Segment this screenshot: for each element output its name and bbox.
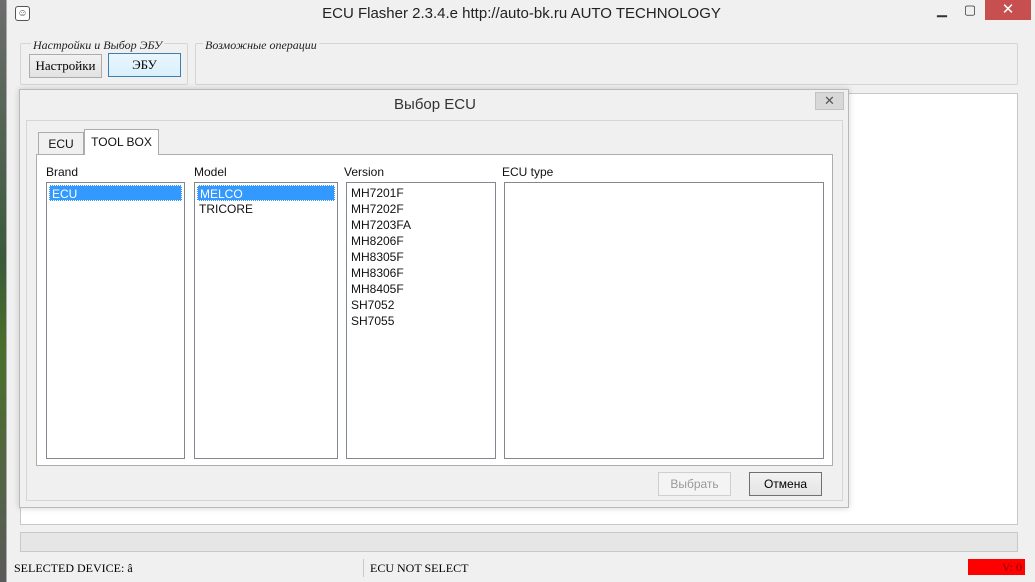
close-icon: ✕ [824, 93, 835, 108]
list-item[interactable]: TRICORE [197, 201, 335, 217]
list-item[interactable]: SH7055 [349, 313, 493, 329]
list-item[interactable]: MH8405F [349, 281, 493, 297]
select-ecu-dialog: Выбор ECU ✕ ECU TOOL BOX Brand ECU Model… [19, 89, 849, 508]
maximize-icon: ▢ [963, 2, 977, 17]
minimize-button[interactable]: ▁ [927, 0, 957, 20]
selected-device-status: SELECTED DEVICE: â [14, 559, 364, 577]
list-item[interactable]: SH7052 [349, 297, 493, 313]
settings-button[interactable]: Настройки [29, 54, 102, 78]
dialog-title: Выбор ECU [394, 96, 476, 113]
operations-group: Возможные операции [195, 38, 1018, 85]
brand-label: Brand [46, 165, 79, 179]
tab-page-tool-box: Brand ECU Model MELCO TRICORE Version MH… [36, 154, 833, 466]
tab-tool-box[interactable]: TOOL BOX [84, 129, 159, 155]
ecu-type-list[interactable] [504, 182, 824, 459]
version-indicator: V: 0 [968, 559, 1025, 575]
list-item[interactable]: MH8306F [349, 265, 493, 281]
list-item[interactable]: MH8206F [349, 233, 493, 249]
operations-group-label: Возможные операции [203, 38, 319, 53]
version-label: Version [344, 165, 385, 179]
status-bar: SELECTED DEVICE: â ECU NOT SELECT V: 0 [6, 556, 1035, 582]
title-bar[interactable]: ☺ ECU Flasher 2.3.4.e http://auto-bk.ru … [7, 0, 1035, 28]
ecu-type-label: ECU type [502, 165, 554, 179]
close-button[interactable]: ✕ [985, 0, 1031, 20]
minimize-icon: ▁ [937, 2, 947, 17]
ecu-button[interactable]: ЭБУ [108, 53, 181, 77]
list-item[interactable]: MH7201F [349, 185, 493, 201]
cancel-button[interactable]: Отмена [749, 472, 822, 496]
list-item[interactable]: ECU [49, 185, 182, 201]
model-list[interactable]: MELCO TRICORE [194, 182, 338, 459]
maximize-button[interactable]: ▢ [955, 0, 985, 20]
list-item[interactable]: MH7202F [349, 201, 493, 217]
ecu-status: ECU NOT SELECT [370, 561, 469, 575]
select-button[interactable]: Выбрать [658, 472, 731, 496]
settings-group-label: Настройки и Выбор ЭБУ [31, 38, 165, 53]
brand-list[interactable]: ECU [46, 182, 185, 459]
version-list[interactable]: MH7201F MH7202F MH7203FA MH8206F MH8305F… [346, 182, 496, 459]
list-item[interactable]: MH8305F [349, 249, 493, 265]
progress-bar [20, 532, 1018, 552]
close-icon: ✕ [1001, 1, 1015, 18]
dialog-close-button[interactable]: ✕ [815, 92, 844, 110]
model-label: Model [194, 165, 227, 179]
dialog-body: ECU TOOL BOX Brand ECU Model MELCO TRICO… [26, 120, 843, 501]
list-item[interactable]: MH7203FA [349, 217, 493, 233]
window-title: ECU Flasher 2.3.4.e http://auto-bk.ru AU… [322, 5, 721, 22]
list-item[interactable]: MELCO [197, 185, 335, 201]
tab-ecu[interactable]: ECU [38, 132, 84, 154]
